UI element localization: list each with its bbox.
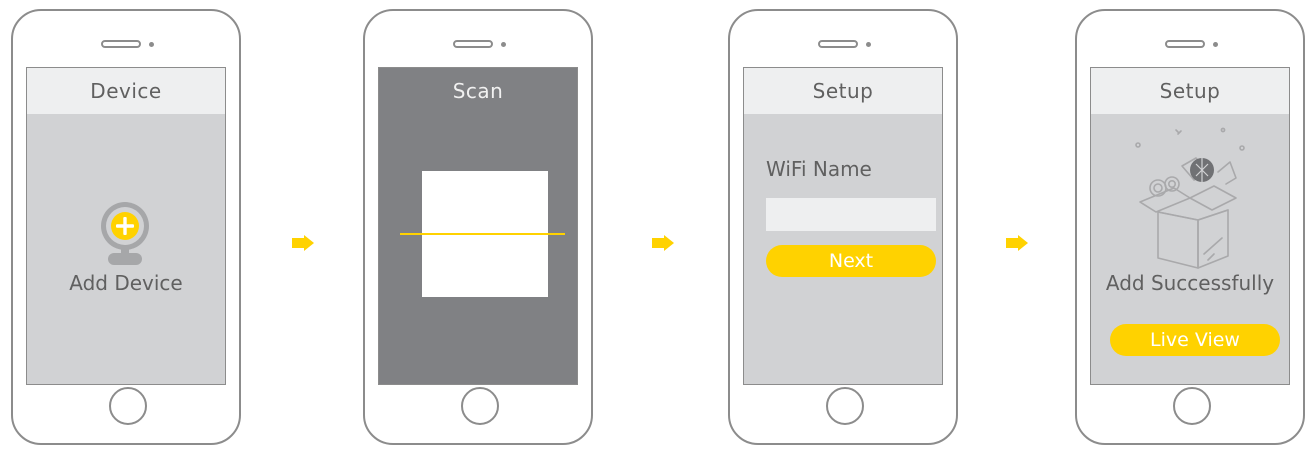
speaker-slot (101, 40, 141, 48)
camera-plus-icon[interactable] (99, 198, 151, 266)
add-device-label[interactable]: Add Device (27, 271, 225, 295)
open-box-icon (1135, 127, 1245, 269)
speaker-slot (453, 40, 493, 48)
add-successfully-label: Add Successfully (1105, 271, 1275, 295)
front-camera-dot (149, 42, 154, 47)
wifi-name-label: WiFi Name (766, 157, 872, 181)
arrow-right-icon (1006, 235, 1028, 251)
home-button (826, 387, 864, 425)
scan-screen-title: Scan (452, 79, 504, 103)
success-screen: Setup Add Successfully Live View (1090, 67, 1290, 385)
success-screen-title: Setup (1091, 68, 1289, 114)
front-camera-dot (501, 42, 506, 47)
phone-step-setup: Setup WiFi Name Next (728, 9, 958, 445)
scan-line (400, 233, 565, 235)
device-screen: Device Add Device (26, 67, 226, 385)
phone-step-device: Device Add Device (11, 9, 241, 445)
wifi-name-input[interactable] (766, 198, 936, 231)
front-camera-dot (866, 42, 871, 47)
next-button[interactable]: Next (766, 245, 936, 277)
speaker-slot (1165, 40, 1205, 48)
speaker-slot (818, 40, 858, 48)
phone-step-success: Setup Add Successfully Live View (1075, 9, 1305, 445)
front-camera-dot (1213, 42, 1218, 47)
arrow-right-icon (292, 235, 314, 251)
phone-step-scan: Scan (363, 9, 593, 445)
setup-screen: Setup WiFi Name Next (743, 67, 943, 385)
arrow-right-icon (652, 235, 674, 251)
home-button (461, 387, 499, 425)
scan-screen: Scan (378, 67, 578, 385)
device-screen-title: Device (27, 68, 225, 114)
setup-screen-title: Setup (744, 68, 942, 114)
home-button (109, 387, 147, 425)
home-button (1173, 387, 1211, 425)
live-view-button[interactable]: Live View (1110, 324, 1280, 356)
